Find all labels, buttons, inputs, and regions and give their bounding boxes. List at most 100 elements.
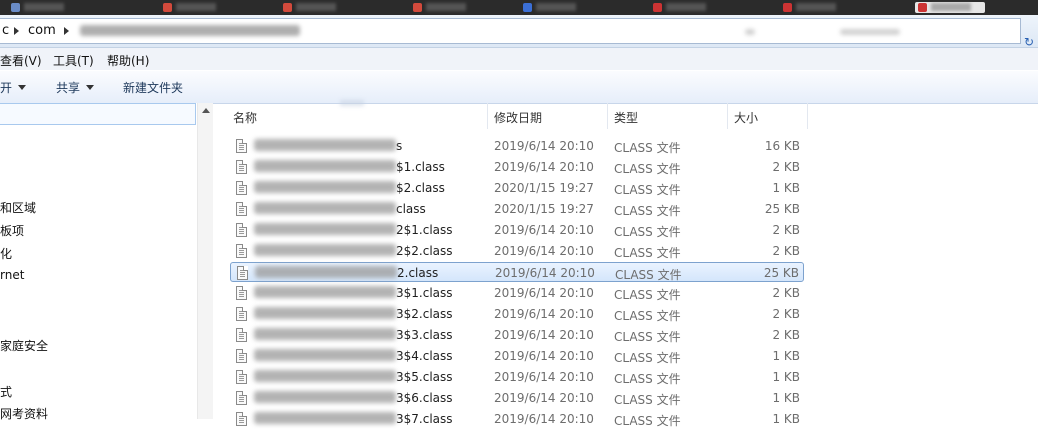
blurred-filename xyxy=(254,370,396,382)
class-file-icon xyxy=(236,139,247,153)
class-file-icon xyxy=(236,244,247,258)
blurred-filename xyxy=(254,286,396,298)
file-type: CLASS 文件 xyxy=(614,414,681,428)
file-row[interactable]: 3$5.class 2019/6/14 20:10 CLASS 文件 1 KB xyxy=(230,367,804,387)
file-name: 3$6.class xyxy=(254,391,453,405)
file-row[interactable]: 3$7.class 2019/6/14 20:10 CLASS 文件 1 KB xyxy=(230,409,804,429)
taskbar-tab[interactable] xyxy=(8,2,88,13)
file-size: 1 KB xyxy=(772,181,800,195)
column-header-name[interactable]: 名称 xyxy=(228,103,486,129)
share-button[interactable]: 共享 xyxy=(56,79,95,96)
taskbar-tab[interactable] xyxy=(520,2,600,13)
file-name: 3$3.class xyxy=(254,328,453,342)
file-modified-date: 2019/6/14 20:10 xyxy=(494,370,594,384)
refresh-icon[interactable]: ↻ xyxy=(1024,35,1038,49)
taskbar-tab[interactable] xyxy=(780,2,860,13)
column-type-label: 类型 xyxy=(614,111,639,125)
class-file-icon xyxy=(236,286,247,300)
address-bar: c com ↻ xyxy=(0,15,1038,49)
nav-item[interactable]: 网考资料 xyxy=(0,405,48,422)
file-modified-date: 2020/1/15 19:27 xyxy=(494,181,594,195)
file-name: 2$1.class xyxy=(254,223,453,237)
open-button[interactable]: 开 xyxy=(0,79,27,96)
file-name-suffix: 3$2.class xyxy=(396,307,453,321)
blurred-filename xyxy=(254,160,396,172)
file-name-suffix: $1.class xyxy=(396,160,445,174)
file-name-suffix: 3$3.class xyxy=(396,328,453,342)
nav-item[interactable]: 式 xyxy=(0,383,12,400)
breadcrumb-item[interactable]: com xyxy=(28,23,56,38)
breadcrumb-item[interactable]: c xyxy=(2,23,9,38)
menu-tools[interactable]: 工具(T) xyxy=(53,52,94,69)
blurred-path[interactable] xyxy=(80,25,300,36)
file-row[interactable]: 2$1.class 2019/6/14 20:10 CLASS 文件 2 KB xyxy=(230,220,804,240)
chevron-right-icon[interactable] xyxy=(64,27,69,35)
class-file-icon xyxy=(236,412,247,426)
class-file-icon xyxy=(236,307,247,321)
menu-view[interactable]: 查看(V) xyxy=(0,52,42,69)
file-size: 2 KB xyxy=(772,244,800,258)
file-name: 3$4.class xyxy=(254,349,453,363)
column-header-type[interactable]: 类型 xyxy=(608,103,726,129)
blurred-filename xyxy=(254,202,396,214)
nav-item[interactable]: 家庭安全 xyxy=(0,337,48,354)
file-row[interactable]: 3$3.class 2019/6/14 20:10 CLASS 文件 2 KB xyxy=(230,325,804,345)
file-row[interactable]: $1.class 2019/6/14 20:10 CLASS 文件 2 KB xyxy=(230,157,804,177)
file-modified-date: 2019/6/14 20:10 xyxy=(494,160,594,174)
file-modified-date: 2019/6/14 20:10 xyxy=(494,328,594,342)
nav-item[interactable]: 化 xyxy=(0,245,12,262)
taskbar-tab[interactable] xyxy=(280,2,350,13)
nav-item[interactable]: 和区域 xyxy=(0,199,36,216)
taskbar-strip xyxy=(0,0,1038,15)
file-name: 3$2.class xyxy=(254,307,453,321)
column-divider[interactable] xyxy=(807,103,808,129)
file-name-suffix: 3$4.class xyxy=(396,349,453,363)
class-file-icon xyxy=(236,391,247,405)
file-row[interactable]: 3$2.class 2019/6/14 20:10 CLASS 文件 2 KB xyxy=(230,304,804,324)
class-file-icon xyxy=(236,160,247,174)
column-header-size[interactable]: 大小 xyxy=(728,103,806,129)
taskbar-tab[interactable] xyxy=(160,2,230,13)
chevron-right-icon[interactable] xyxy=(14,27,19,35)
file-row[interactable]: 3$6.class 2019/6/14 20:10 CLASS 文件 1 KB xyxy=(230,388,804,408)
file-row[interactable]: class 2020/1/15 19:27 CLASS 文件 25 KB xyxy=(230,199,804,219)
column-name-label: 名称 xyxy=(233,111,258,125)
file-row[interactable]: $2.class 2020/1/15 19:27 CLASS 文件 1 KB xyxy=(230,178,804,198)
menu-help[interactable]: 帮助(H) xyxy=(107,52,149,69)
taskbar-tab-active[interactable] xyxy=(915,2,985,13)
nav-scrollbar[interactable] xyxy=(197,103,213,419)
file-name-suffix: $2.class xyxy=(396,181,445,195)
file-row[interactable]: s 2019/6/14 20:10 CLASS 文件 16 KB xyxy=(230,136,804,156)
chevron-down-icon xyxy=(18,85,27,90)
taskbar-tab[interactable] xyxy=(410,2,490,13)
class-file-icon xyxy=(236,328,247,342)
file-modified-date: 2019/6/14 20:10 xyxy=(494,286,594,300)
nav-item[interactable]: 板项 xyxy=(0,222,24,239)
scroll-up-icon[interactable] xyxy=(202,108,210,113)
file-row-selected[interactable]: 2.class 2019/6/14 20:10 CLASS 文件 25 KB xyxy=(230,262,804,282)
file-modified-date: 2019/6/14 20:10 xyxy=(494,349,594,363)
file-row[interactable]: 2$2.class 2019/6/14 20:10 CLASS 文件 2 KB xyxy=(230,241,804,261)
file-type: CLASS 文件 xyxy=(614,183,681,197)
file-size: 1 KB xyxy=(772,349,800,363)
file-row[interactable]: 3$1.class 2019/6/14 20:10 CLASS 文件 2 KB xyxy=(230,283,804,303)
command-bar: 开 共享 新建文件夹 xyxy=(0,70,1038,104)
open-label: 开 xyxy=(0,81,13,95)
file-name: $2.class xyxy=(254,181,445,195)
file-name-suffix: 2.class xyxy=(397,266,439,280)
nav-selected-item[interactable] xyxy=(0,103,196,125)
file-name: 3$5.class xyxy=(254,370,453,384)
taskbar-tab[interactable] xyxy=(650,2,730,13)
nav-item[interactable]: rnet xyxy=(0,268,24,282)
file-type: CLASS 文件 xyxy=(614,246,681,260)
file-type: CLASS 文件 xyxy=(614,351,681,365)
file-name: 3$7.class xyxy=(254,412,453,426)
file-name: s xyxy=(254,139,402,153)
address-box[interactable]: c com xyxy=(0,18,1021,44)
new-folder-button[interactable]: 新建文件夹 xyxy=(123,79,183,96)
column-header-date[interactable]: 修改日期 xyxy=(488,103,606,129)
file-row[interactable]: 3$4.class 2019/6/14 20:10 CLASS 文件 1 KB xyxy=(230,346,804,366)
share-label: 共享 xyxy=(56,81,81,95)
file-name: 2$2.class xyxy=(254,244,453,258)
blurred-filename xyxy=(254,244,396,256)
